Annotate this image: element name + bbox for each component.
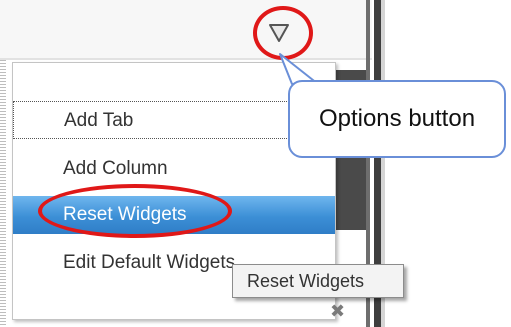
panel-header bbox=[0, 0, 372, 58]
callout-options-button: Options button bbox=[288, 80, 506, 158]
callout-text: Options button bbox=[318, 105, 476, 132]
annotation-ellipse-reset bbox=[38, 184, 232, 238]
tooltip-reset-widgets: Reset Widgets bbox=[232, 264, 404, 298]
menu-item-add-tab[interactable]: Add Tab bbox=[13, 101, 335, 139]
left-dotted-edge bbox=[0, 60, 6, 327]
close-icon[interactable]: ✖ bbox=[330, 302, 352, 322]
tooltip-text: Reset Widgets bbox=[247, 271, 365, 291]
menu-item-add-column[interactable]: Add Column bbox=[13, 150, 335, 188]
